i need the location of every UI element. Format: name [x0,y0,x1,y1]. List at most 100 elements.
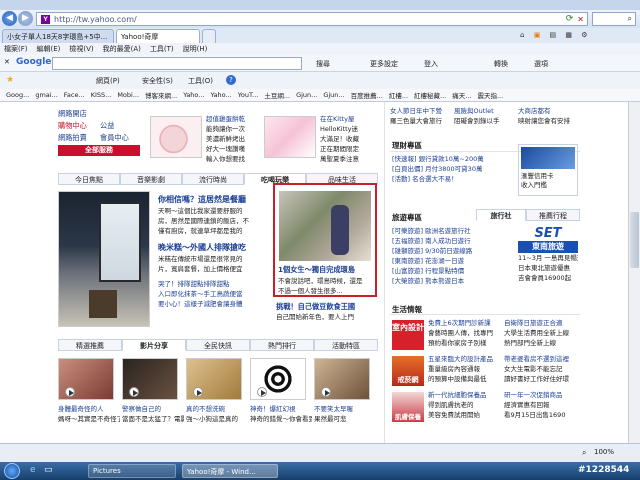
life-right-link[interactable]: 研一年一次促銷商品 [504,390,580,400]
fav-9[interactable]: YouT... [238,91,259,99]
life-link[interactable]: 新一代抗細胞保養品 [428,390,500,400]
google-more-button[interactable]: 更多設定 [370,59,398,69]
video-thumb-4[interactable] [250,358,306,400]
sub-title[interactable]: 晚米糕～外國人排隊搶吃 [158,242,268,254]
menu-tools[interactable]: 工具(T) [150,44,174,54]
start-button[interactable] [4,463,20,479]
video-caption[interactable]: 神奇！爆紅幻視 [250,404,312,414]
menu-view[interactable]: 檢視(V) [69,44,93,54]
url-input[interactable]: Y http://tw.yahoo.com/ ⟳ ✕ [36,12,588,26]
fav-15[interactable]: 紅樓秘藏... [414,90,446,100]
life-link[interactable]: 五星來臨大的設計產品 [428,354,500,364]
google-login-button[interactable]: 登入 [424,59,438,69]
fav-8[interactable]: Yaho... [211,91,232,99]
taskbar-pictures[interactable]: Pictures [88,464,176,478]
tab-fashion[interactable]: 流行時尚 [182,173,244,185]
fav-3[interactable]: Face... [64,91,85,99]
promo-cookie-image[interactable] [150,116,202,158]
video-thumb-5[interactable] [314,358,370,400]
video-caption[interactable]: 警察做自己的 [122,404,184,414]
taskbar-ie[interactable]: Yahoo!奇摩 - Wind... [182,464,278,478]
stop-icon[interactable]: ✕ [577,15,584,24]
fav-12[interactable]: Gjun... [323,91,344,99]
zoom-level[interactable]: 100% [594,448,614,456]
tab-1[interactable]: 小女子單人18天8字環島+5中... [2,29,114,43]
fav-2[interactable]: gmai... [35,91,57,99]
fav-7[interactable]: Yaho... [183,91,204,99]
vertical-scrollbar[interactable] [628,102,640,443]
video-tab-rank[interactable]: 熱門排行 [250,339,314,351]
tab-today[interactable]: 今日焦點 [58,173,120,185]
life-box-skin[interactable]: 肌膚保養 [392,392,424,422]
google-translate-button[interactable]: 轉換 [494,59,508,69]
scroll-thumb[interactable] [630,212,639,268]
fav-4[interactable]: KISS... [91,91,112,99]
video-caption[interactable]: 身體最奇怪的人 [58,404,120,414]
video-thumb-1[interactable] [58,358,114,400]
video-thumb-2[interactable] [122,358,178,400]
link-shop[interactable]: 網路開店 [58,109,87,118]
feature-room-image[interactable] [58,191,150,327]
zoom-icon[interactable]: ⌕ [582,448,586,458]
link-mall[interactable]: 購物中心 [58,121,87,130]
life-box-quit[interactable]: 戒菸網 [392,356,424,386]
feed-icon[interactable]: ▣ [534,31,541,39]
video-caption[interactable]: 真的不想洗碗 [186,404,248,414]
promo-kitty-image[interactable] [264,116,316,158]
finance-link[interactable]: [快速報] 銀行貸款10萬~200萬 [392,154,516,164]
video-tab-events[interactable]: 活動特區 [314,339,378,351]
travel-tab-agency[interactable]: 旅行社 [476,209,526,221]
home-icon[interactable]: ⌂ [520,31,524,39]
help-icon[interactable]: ? [226,75,236,85]
life-box-interior[interactable]: 室內設計 [392,320,424,350]
fav-16[interactable]: 痛天... [452,90,471,100]
highlight-story-box[interactable]: 1個女生～獨自完成環島 不會說話吧，環島時候，還是 不過一個人發生很多... [273,183,377,297]
quicklaunch-ie-icon[interactable]: e [30,465,36,475]
travel-link[interactable]: [東南旅遊] 花澎湖一日遊 [392,256,514,266]
life-link[interactable]: 免費上6次期門診新課 [428,318,500,328]
favorites-star-icon[interactable]: ★ [6,75,14,85]
right-top-link[interactable]: 女人節日年中下營 [390,106,442,116]
video-tab-picks[interactable]: 精選推薦 [58,339,122,351]
travel-tab-routes[interactable]: 推薦行程 [526,209,580,221]
fav-17[interactable]: 震天指... [477,90,503,100]
fav-1[interactable]: Goog... [6,91,29,99]
fav-6[interactable]: 博客來網... [145,90,177,100]
google-search-input[interactable] [52,57,302,70]
travel-link[interactable]: [五福旅遊] 南人成功日遊行 [392,236,514,246]
promo-1-line[interactable]: 超值雞蛋餅乾 [206,114,262,124]
refresh-icon[interactable]: ⟳ [566,14,574,24]
fav-11[interactable]: Gjun... [296,91,317,99]
menu-favorites[interactable]: 我的最愛(A) [103,44,141,54]
page-menu-icon[interactable]: ▦ [565,31,572,39]
hsbc-ad[interactable]: 滙豐信用卡 收入門檻 [518,144,578,196]
bullet-link[interactable]: 哭了！排隊甜點排隊甜點 [158,279,268,289]
feature-title[interactable]: 你相信嗎？這居然是餐廳 [158,194,268,206]
quicklaunch-desktop-icon[interactable]: ▭ [44,465,53,475]
forward-icon[interactable]: ▶ [18,11,33,26]
cmd-page[interactable]: 網頁(P) [96,76,120,86]
menu-file[interactable]: 檔案(F) [4,44,28,54]
bullet-link[interactable]: 要小心！這樣子減肥會讓身體 [158,299,268,309]
link-charity[interactable]: 公益 [100,121,114,130]
tab-music[interactable]: 音樂影劇 [120,173,182,185]
search-icon[interactable]: ⌕ [628,14,632,24]
fav-10[interactable]: 土豆網... [264,90,290,100]
life-right-link[interactable]: 自衛隊日旅遊正合適 [504,318,580,328]
right-top-link[interactable]: 風險與Outlet [454,106,494,116]
search-box[interactable]: ⌕ [592,12,636,26]
set-travel-ad[interactable]: SET 東南旅遊 11~3月 一島再見暢遊 日本東北旅遊優惠 吉會會員16900… [518,226,578,292]
tools-menu-icon[interactable]: ⚙ [581,31,587,39]
link-member[interactable]: 會員中心 [100,133,129,142]
video-tab-news[interactable]: 全民快訊 [186,339,250,351]
cmd-tools[interactable]: 工具(O) [188,76,213,86]
travel-link[interactable]: [山富旅遊] 行程景點特價 [392,266,514,276]
new-tab-button[interactable] [202,29,216,43]
video-thumb-3[interactable] [186,358,242,400]
cmd-safety[interactable]: 安全性(S) [142,76,173,86]
right-top-link[interactable]: 大商店都有 [518,106,551,116]
link-auction[interactable]: 網路拍賣 [58,133,87,142]
travel-link[interactable]: [雄獅旅遊] 9/30前日遊線路 [392,246,514,256]
google-options-button[interactable]: 選項 [534,59,548,69]
travel-link[interactable]: [大榮旅遊] 熊本熊遊日本 [392,276,514,286]
